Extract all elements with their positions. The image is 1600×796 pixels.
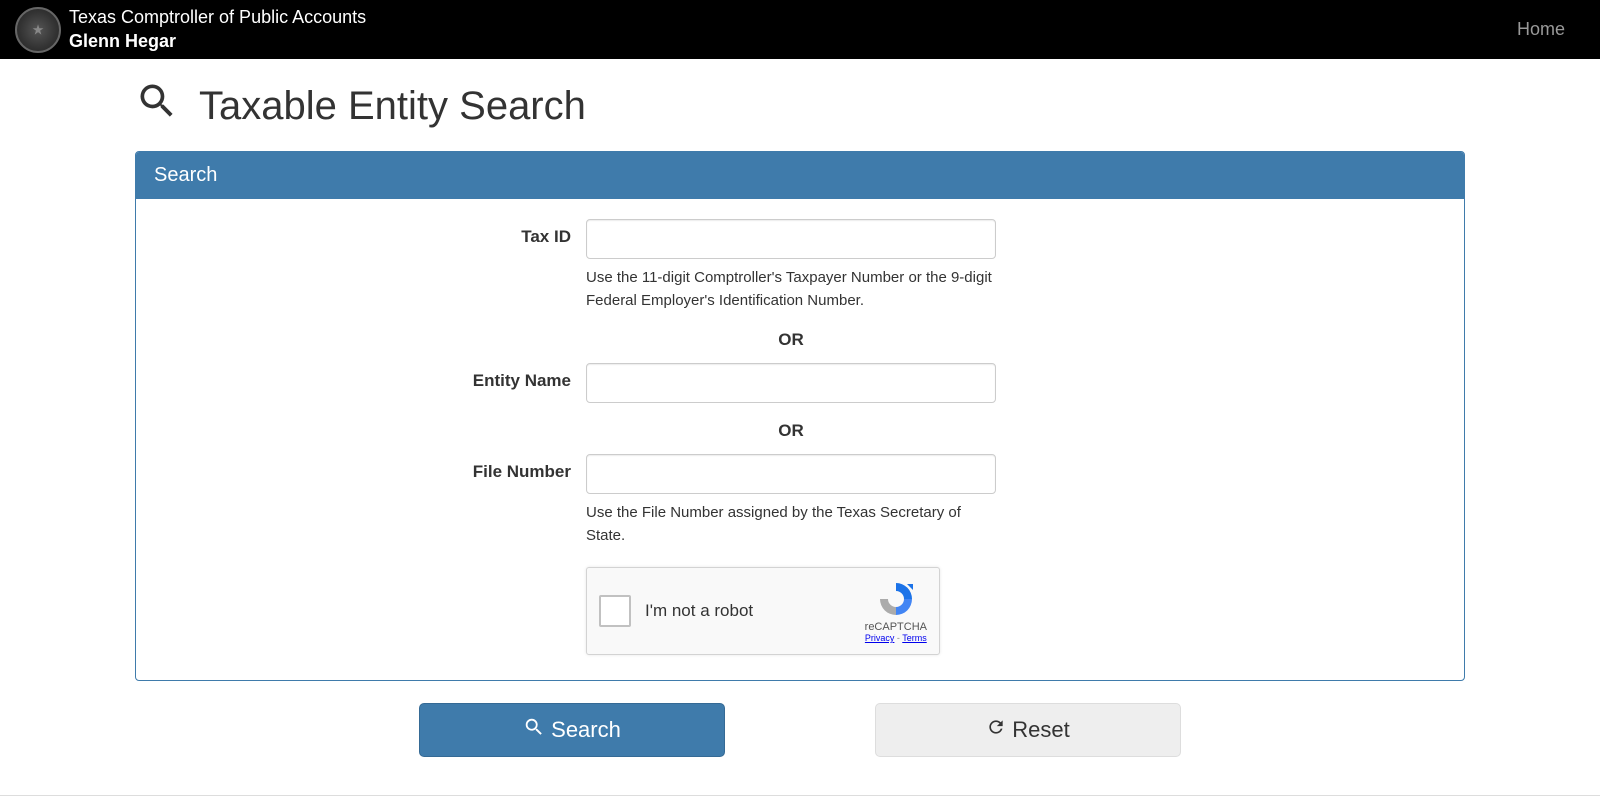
file-label: File Number: [156, 454, 586, 482]
panel-heading: Search: [136, 152, 1464, 199]
file-wrap: Use the File Number assigned by the Texa…: [586, 454, 996, 655]
file-input[interactable]: [586, 454, 996, 494]
official-name: Glenn Hegar: [69, 30, 366, 53]
taxid-help: Use the 11-digit Comptroller's Taxpayer …: [586, 267, 996, 312]
recaptcha-links: Privacy - Terms: [865, 633, 927, 643]
or-divider-1: OR: [586, 330, 996, 350]
header-left: Texas Comptroller of Public Accounts Gle…: [15, 6, 366, 53]
search-button[interactable]: Search: [419, 703, 725, 757]
or-divider-2: OR: [586, 421, 996, 441]
reset-button-label: Reset: [1012, 717, 1069, 743]
taxid-input[interactable]: [586, 219, 996, 259]
recaptcha-brand: reCAPTCHA: [865, 621, 927, 633]
entity-group: Entity Name OR: [156, 363, 1444, 449]
recaptcha-branding: reCAPTCHA Privacy - Terms: [865, 579, 927, 643]
entity-wrap: OR: [586, 363, 996, 449]
search-button-icon: [523, 716, 545, 744]
recaptcha-logo-icon: [876, 579, 916, 619]
recaptcha-terms-link[interactable]: Terms: [902, 633, 927, 643]
main-container: Taxable Entity Search Search Tax ID Use …: [135, 59, 1465, 777]
recaptcha-checkbox[interactable]: [599, 595, 631, 627]
entity-label: Entity Name: [156, 363, 586, 391]
file-help: Use the File Number assigned by the Texa…: [586, 502, 996, 547]
recaptcha-widget: I'm not a robot reCAPTCHA: [586, 567, 940, 655]
taxid-group: Tax ID Use the 11-digit Comptroller's Ta…: [156, 219, 1444, 358]
taxid-wrap: Use the 11-digit Comptroller's Taxpayer …: [586, 219, 996, 358]
site-header: Texas Comptroller of Public Accounts Gle…: [0, 0, 1600, 59]
search-icon: [135, 79, 179, 133]
home-link[interactable]: Home: [1517, 19, 1585, 40]
page-title: Taxable Entity Search: [199, 84, 586, 129]
panel-body: Tax ID Use the 11-digit Comptroller's Ta…: [136, 199, 1464, 680]
search-button-label: Search: [551, 717, 621, 743]
org-name: Texas Comptroller of Public Accounts: [69, 6, 366, 29]
entity-input[interactable]: [586, 363, 996, 403]
button-row: Search Reset: [135, 703, 1465, 757]
recaptcha-privacy-link[interactable]: Privacy: [865, 633, 895, 643]
search-panel: Search Tax ID Use the 11-digit Comptroll…: [135, 151, 1465, 681]
header-title: Texas Comptroller of Public Accounts Gle…: [69, 6, 366, 53]
page-title-row: Taxable Entity Search: [135, 79, 1465, 133]
state-seal-icon: [15, 7, 61, 53]
recaptcha-label: I'm not a robot: [645, 601, 865, 621]
reset-button[interactable]: Reset: [875, 703, 1181, 757]
taxid-label: Tax ID: [156, 219, 586, 247]
file-group: File Number Use the File Number assigned…: [156, 454, 1444, 655]
refresh-icon: [986, 717, 1006, 743]
